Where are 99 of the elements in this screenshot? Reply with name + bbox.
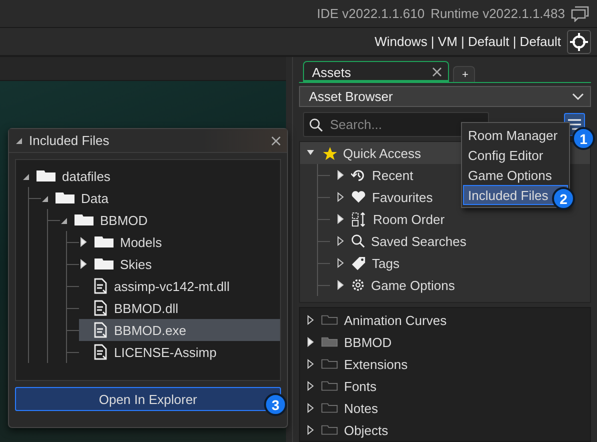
expand-arrow-icon[interactable]	[336, 214, 345, 224]
item-label: Saved Searches	[371, 234, 466, 248]
collapse-icon[interactable]	[15, 136, 23, 144]
expand-arrow-icon[interactable]	[79, 258, 88, 268]
file-icon	[94, 278, 108, 294]
group-label: Extensions	[344, 356, 408, 372]
asset-group[interactable]: Extensions	[306, 353, 590, 375]
menu-item[interactable]: Game Options	[463, 165, 568, 185]
group-label: BBMOD	[344, 334, 392, 350]
search-icon	[309, 118, 323, 132]
quick-access-item[interactable]: Saved Searches	[318, 230, 590, 252]
file-icon	[94, 300, 108, 316]
close-icon[interactable]	[271, 136, 281, 146]
asset-group[interactable]: Fonts	[306, 375, 590, 397]
tree-row[interactable]: BBMOD.dll	[79, 297, 280, 319]
folder-icon	[94, 258, 114, 270]
expand-arrow-icon[interactable]	[336, 192, 345, 202]
expanded-icon[interactable]	[22, 172, 30, 180]
folder-icon	[321, 380, 338, 392]
expand-arrow-icon[interactable]	[336, 236, 345, 246]
tree-row[interactable]: Skies	[79, 253, 280, 275]
expand-arrow-icon[interactable]	[336, 258, 345, 268]
folder-icon	[321, 314, 338, 326]
tree-row[interactable]: datafiles	[22, 165, 280, 187]
group-label: Animation Curves	[344, 312, 447, 328]
expand-arrow-icon[interactable]	[306, 314, 315, 324]
folder-icon	[36, 170, 56, 182]
expanded-icon[interactable]	[60, 216, 68, 224]
gear-icon	[351, 278, 365, 292]
tree-row[interactable]: assimp-vc142-mt.dll	[79, 275, 280, 297]
item-label: Recent	[372, 168, 414, 182]
folder-icon	[321, 402, 338, 414]
folder-icon	[55, 192, 75, 204]
asset-browser-dropdown[interactable]: Asset Browser	[299, 86, 591, 108]
file-icon	[94, 344, 108, 360]
panel-tab[interactable]: Assets	[303, 61, 449, 82]
search-icon	[351, 234, 365, 248]
tree-row[interactable]: Data	[41, 187, 280, 209]
crosshair-icon	[570, 32, 588, 50]
tree-row[interactable]: BBMOD	[60, 209, 280, 231]
expand-arrow-icon[interactable]	[306, 148, 315, 158]
quick-access-item[interactable]: Game Options	[318, 274, 590, 296]
chevron-down-icon	[572, 92, 584, 101]
expanded-icon[interactable]	[41, 194, 49, 202]
item-label: Room Order	[373, 212, 445, 226]
tree-row[interactable]: LICENSE-Assimp	[79, 341, 280, 363]
asset-group[interactable]: Animation Curves	[306, 309, 590, 331]
tree-item-label: LICENSE-Assimp	[114, 344, 217, 360]
expand-arrow-icon[interactable]	[336, 170, 345, 180]
expand-arrow-icon[interactable]	[306, 380, 315, 390]
tag-icon	[351, 256, 366, 270]
quick-access-item[interactable]: Room Order	[318, 208, 590, 230]
file-icon	[94, 322, 108, 338]
star-icon	[321, 146, 337, 160]
item-label: Tags	[372, 256, 400, 270]
expand-arrow-icon[interactable]	[306, 402, 315, 412]
expand-arrow-icon[interactable]	[306, 424, 315, 434]
expand-arrow-icon[interactable]	[79, 236, 88, 246]
heart-icon	[351, 190, 366, 204]
ide-version: IDE v2022.1.1.610	[316, 6, 425, 21]
item-label: Game Options	[371, 278, 455, 292]
tree-item-label: Skies	[120, 256, 152, 272]
window-title: Included Files	[29, 133, 110, 148]
tree-row[interactable]: BBMOD.exe	[79, 319, 280, 341]
quick-access-item[interactable]: Tags	[318, 252, 590, 274]
folder-icon	[321, 358, 338, 370]
menu-icon	[568, 118, 581, 130]
chat-icon[interactable]	[571, 6, 589, 22]
runtime-version: Runtime v2022.1.1.483	[430, 6, 565, 21]
folder-icon	[74, 214, 94, 226]
tree-item-label: datafiles	[62, 168, 110, 184]
item-label: Favourites	[372, 190, 433, 204]
group-label: Notes	[344, 400, 378, 416]
close-icon[interactable]	[432, 67, 442, 77]
asset-group[interactable]: Notes	[306, 397, 590, 419]
panel-tab[interactable]: +	[453, 66, 476, 82]
menu-item[interactable]: Config Editor	[463, 145, 568, 165]
tree-row[interactable]: Models	[79, 231, 280, 253]
tree-item-label: Data	[81, 190, 108, 206]
expand-arrow-icon[interactable]	[306, 358, 315, 368]
expand-arrow-icon[interactable]	[336, 280, 345, 290]
quick-access-label: Quick Access	[343, 146, 422, 160]
expand-arrow-icon[interactable]	[306, 336, 315, 346]
target-button[interactable]	[567, 30, 591, 54]
folder-icon	[321, 424, 338, 436]
group-label: Objects	[344, 422, 388, 438]
folder-icon	[94, 236, 114, 248]
asset-group[interactable]: BBMOD	[306, 331, 590, 353]
group-label: Fonts	[344, 378, 377, 394]
tree-item-label: BBMOD	[100, 212, 148, 228]
folder-icon	[321, 336, 338, 348]
asset-group[interactable]: Objects	[306, 419, 590, 441]
tree-item-label: BBMOD.dll	[114, 300, 178, 316]
tree-item-label: BBMOD.exe	[114, 322, 186, 338]
tree-item-label: assimp-vc142-mt.dll	[114, 278, 230, 294]
target-selector[interactable]: Windows | VM | Default | Default	[374, 34, 561, 49]
history-icon	[351, 168, 366, 182]
tree-item-label: Models	[120, 234, 162, 250]
room-order-icon	[351, 212, 367, 226]
